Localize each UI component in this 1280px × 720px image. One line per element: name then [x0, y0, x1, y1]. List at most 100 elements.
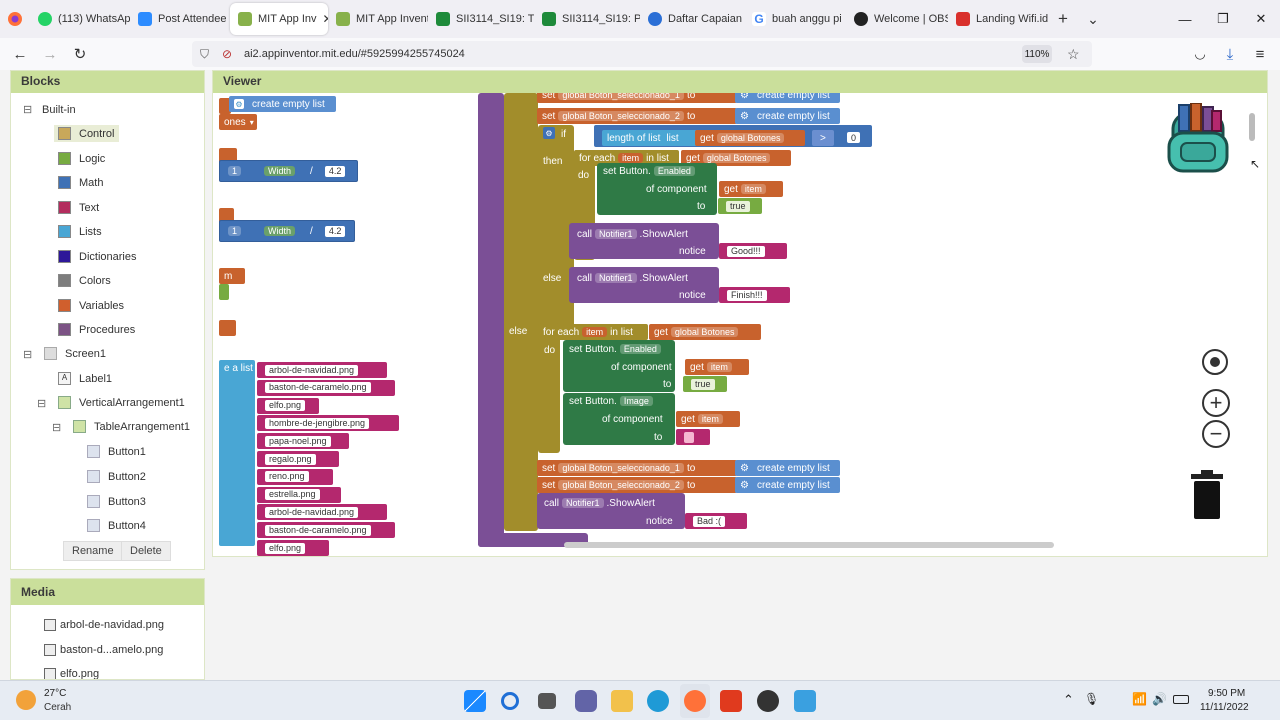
image-name-text-block[interactable]: regalo.png [257, 451, 339, 467]
boolean-field[interactable]: true [691, 378, 715, 390]
component-dropdown[interactable]: Notifier1 [595, 273, 637, 283]
media-item[interactable]: arbol-de-navidad.png [44, 619, 164, 631]
variable-dropdown[interactable]: item [740, 184, 766, 194]
address-bar[interactable]: ⛉ ⊘ ai2.appinventor.mit.edu/#59259942557… [192, 41, 1092, 67]
restore-icon[interactable]: ❐ [1204, 0, 1242, 38]
tab-list-button[interactable]: ⌄ [1078, 11, 1108, 28]
tree-item-verticalarrangement1[interactable]: VerticalArrangement1 [58, 396, 185, 409]
text-field[interactable]: baston-de-caramelo.png [265, 524, 371, 536]
logic-block[interactable] [219, 284, 229, 300]
search-icon[interactable] [501, 692, 519, 710]
browser-tab[interactable]: (113) WhatsAp [30, 3, 130, 35]
zoom-in-icon[interactable]: + [1202, 389, 1230, 417]
create-empty-list-block[interactable]: ⚙ create empty list [735, 108, 840, 124]
tree-item-button1[interactable]: Button1 [87, 445, 146, 458]
variable-block[interactable]: ones ▾ [219, 114, 257, 130]
variable-dropdown[interactable]: global Boton_seleccionado_1 [558, 463, 684, 473]
browser-tab[interactable]: Daftar Capaian [640, 3, 744, 35]
create-empty-list-block[interactable]: ⚙ create empty list [735, 460, 840, 476]
text-block[interactable]: Finish!!! [719, 287, 790, 303]
partial-block[interactable] [219, 320, 236, 336]
variable-block[interactable]: m [219, 268, 245, 284]
browser-tab[interactable]: Gbuah anggu pi [744, 3, 846, 35]
bookmark-star-icon[interactable]: ☆ [1067, 46, 1080, 63]
reload-icon[interactable]: ↻ [66, 40, 94, 68]
variable-dropdown[interactable]: global Boton_seleccionado_2 [558, 111, 684, 121]
text-field[interactable]: hombre-de-jengibre.png [265, 417, 370, 429]
text-field[interactable]: Bad :( [693, 515, 726, 527]
text-field[interactable]: arbol-de-navidad.png [265, 506, 359, 518]
image-name-text-block[interactable]: hombre-de-jengibre.png [257, 415, 399, 432]
backpack-icon[interactable] [1159, 102, 1241, 181]
collapse-toggle-icon[interactable]: ⊟ [37, 397, 49, 410]
block-category-logic[interactable]: Logic [58, 152, 105, 165]
text-field[interactable]: elfo.png [265, 400, 306, 412]
browser-tab[interactable]: SII3114_SI19: T [428, 3, 534, 35]
trash-icon[interactable] [1189, 469, 1225, 521]
text-field[interactable]: arbol-de-navidad.png [265, 364, 359, 376]
microphone-icon[interactable]: 🎙 [1084, 692, 1099, 706]
network-icon[interactable]: 📶 [1132, 692, 1147, 706]
image-name-text-block[interactable]: baston-de-caramelo.png [257, 379, 395, 396]
block-category-dictionaries[interactable]: Dictionaries [58, 250, 136, 263]
notepad-icon[interactable] [794, 690, 816, 712]
event-block-container[interactable] [478, 93, 504, 547]
set-variable-block[interactable]: set global Boton_seleccionado_1 to [537, 460, 737, 476]
media-item[interactable]: baston-d...amelo.png [44, 644, 163, 656]
text-field[interactable]: Finish!!! [727, 289, 767, 301]
volume-icon[interactable]: 🔊 [1152, 692, 1167, 706]
horizontal-scrollbar[interactable] [564, 542, 1054, 548]
property-dropdown[interactable]: Enabled [653, 166, 695, 176]
get-item-block[interactable]: get item [685, 359, 749, 375]
true-block[interactable]: true [718, 198, 762, 214]
minimize-icon[interactable]: — [1166, 0, 1204, 38]
create-empty-list-block[interactable]: ⚙ create empty list [735, 477, 840, 493]
block-category-control[interactable]: Control [54, 125, 120, 142]
shield-icon[interactable]: ⛉ [200, 47, 209, 62]
set-variable-block[interactable]: set global Boton_seleccionado_1 to [537, 93, 737, 103]
download-icon[interactable]: ⤓ [1216, 40, 1244, 68]
image-name-text-block[interactable]: reno.png [257, 468, 333, 485]
text-field[interactable] [684, 431, 694, 443]
clock-time[interactable]: 9:50 PM [1208, 688, 1245, 699]
true-block[interactable]: true [683, 376, 727, 392]
create-empty-list-block[interactable]: ⚙ create empty list [229, 96, 336, 112]
clock-date[interactable]: 11/11/2022 [1200, 702, 1249, 713]
collapse-toggle-icon[interactable]: ⊟ [23, 103, 35, 116]
item-field[interactable]: item [618, 153, 644, 163]
width-property-field[interactable]: Width [264, 226, 296, 236]
tree-item-screen1[interactable]: Screen1 [44, 347, 106, 360]
property-dropdown[interactable]: Image [619, 396, 653, 406]
obs-icon[interactable] [757, 690, 779, 712]
text-block[interactable]: Bad :( [685, 513, 747, 529]
browser-tab[interactable]: SII3114_SI19: Pr [534, 3, 640, 35]
component-dropdown[interactable]: Notifier1 [595, 229, 637, 239]
width-property-field[interactable]: Width [264, 166, 296, 176]
blocks-workspace[interactable]: ⚙ create empty list ones ▾ 1 Width / 4.2 1 Wid… [219, 93, 1267, 556]
file-explorer-icon[interactable] [611, 690, 633, 712]
forward-arrow-icon[interactable]: → [36, 40, 64, 68]
length-of-list-block[interactable]: length of list list [602, 130, 697, 146]
start-icon[interactable] [464, 690, 486, 712]
variable-dropdown[interactable]: global Botones [670, 327, 739, 337]
battery-icon[interactable] [1173, 695, 1189, 704]
number-field[interactable]: 4.2 [324, 225, 346, 237]
text-field[interactable]: baston-de-caramelo.png [265, 382, 371, 394]
task-view-icon[interactable] [538, 693, 556, 709]
block-category-colors[interactable]: Colors [58, 274, 111, 287]
image-name-text-block[interactable]: baston-de-caramelo.png [257, 522, 395, 539]
rename-button[interactable]: Rename [63, 541, 123, 561]
text-block[interactable]: Good!!! [719, 243, 787, 259]
close-window-icon[interactable]: ✕ [1242, 0, 1280, 38]
office-icon[interactable] [720, 690, 742, 712]
text-field[interactable]: estrella.png [265, 489, 320, 501]
if-else-block[interactable] [504, 93, 538, 531]
weather-icon[interactable] [16, 690, 36, 710]
make-a-list-block[interactable]: e a list [219, 360, 255, 546]
set-variable-block[interactable]: set global Boton_seleccionado_2 to [537, 477, 737, 493]
tree-item-button3[interactable]: Button3 [87, 495, 146, 508]
image-name-text-block[interactable]: estrella.png [257, 486, 341, 503]
block-category-procedures[interactable]: Procedures [58, 323, 135, 336]
math-divide-block[interactable]: 1 Width / 4.2 [219, 160, 358, 182]
variable-dropdown[interactable]: global Botones [702, 153, 771, 163]
